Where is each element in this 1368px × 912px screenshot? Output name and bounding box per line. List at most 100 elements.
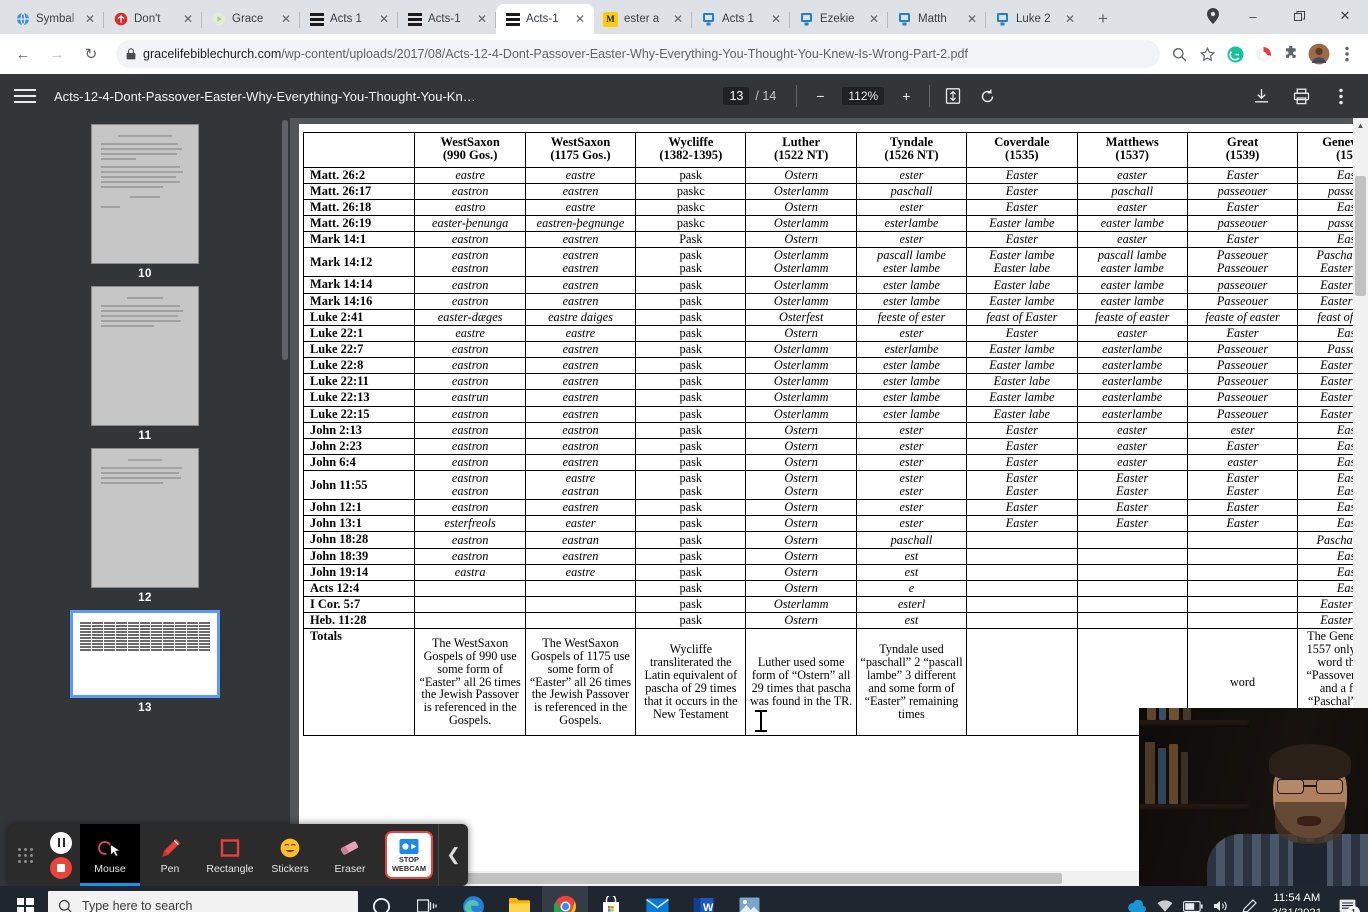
rotate-icon[interactable]	[974, 83, 1000, 109]
close-icon[interactable]: ✕	[278, 11, 294, 27]
tool-eraser[interactable]: Eraser	[320, 824, 380, 886]
close-icon[interactable]: ✕	[768, 11, 784, 27]
close-icon[interactable]: ✕	[1062, 11, 1078, 27]
back-icon[interactable]: ←	[8, 39, 38, 69]
photos-icon[interactable]	[726, 886, 772, 912]
volume-icon[interactable]	[1208, 886, 1234, 912]
stop-webcam-button[interactable]: STOP WEBCAM	[380, 824, 438, 886]
page-thumbnail[interactable]	[91, 124, 199, 264]
word-icon[interactable]: W	[680, 886, 726, 912]
tool-mouse[interactable]: Mouse	[80, 824, 140, 886]
profile-chip-icon[interactable]	[1196, 0, 1230, 32]
page-thumbnail[interactable]	[91, 448, 199, 588]
thumbnail-sidebar[interactable]: 10 11 12 13	[0, 118, 290, 886]
scrollbar-thumb[interactable]	[1355, 176, 1366, 296]
close-icon[interactable]: ✕	[180, 11, 196, 27]
extension-red-icon[interactable]	[1250, 41, 1276, 67]
browser-tab[interactable]: Grace ✕	[202, 4, 300, 34]
page-thumbnail[interactable]	[91, 286, 199, 426]
browser-tab[interactable]: Acts 1 ✕	[692, 4, 790, 34]
drag-handle-icon[interactable]	[8, 824, 42, 886]
close-window-button[interactable]: ✕	[1322, 0, 1368, 32]
smiley-sticker-icon	[279, 835, 301, 861]
grammarly-icon[interactable]	[1222, 41, 1248, 67]
chevron-left-icon[interactable]: ❮	[438, 824, 468, 886]
browser-tab-active[interactable]: Acts-1 ✕	[496, 4, 594, 34]
maximize-button[interactable]	[1276, 0, 1322, 32]
translation-cell: eastren	[524, 405, 637, 423]
close-icon[interactable]: ✕	[572, 11, 588, 27]
battery-icon[interactable]	[1180, 886, 1206, 912]
webcam-overlay[interactable]	[1139, 708, 1368, 886]
translation-cell: pascall lambe ester lambe	[855, 247, 968, 278]
fit-to-page-icon[interactable]	[940, 83, 966, 109]
tool-rectangle[interactable]: Rectangle	[200, 824, 260, 886]
close-icon[interactable]: ✕	[376, 11, 392, 27]
zoom-out-button[interactable]: −	[807, 83, 833, 109]
close-icon[interactable]: ✕	[474, 11, 490, 27]
stop-record-icon[interactable]	[50, 856, 72, 879]
reload-icon[interactable]: ↻	[76, 39, 106, 69]
search-input[interactable]: Type here to search	[48, 891, 358, 912]
download-icon[interactable]	[1248, 83, 1274, 109]
minimize-button[interactable]: –	[1230, 0, 1276, 32]
screen-recorder-toolbar[interactable]: Mouse Pen Rectangle Stickers Eraser STOP…	[8, 824, 468, 886]
thumbnail-item[interactable]: 11	[91, 286, 199, 442]
page-thumbnail[interactable]	[70, 610, 220, 698]
onedrive-icon[interactable]	[1124, 886, 1150, 912]
close-icon[interactable]: ✕	[82, 11, 98, 27]
close-icon[interactable]: ✕	[670, 11, 686, 27]
wifi-icon[interactable]	[1152, 886, 1178, 912]
sidebar-scrollbar[interactable]	[282, 118, 288, 886]
taskbar-clock[interactable]: 11:54 AM 3/31/2021	[1264, 886, 1330, 912]
browser-tab[interactable]: Don't ✕	[104, 4, 202, 34]
microsoft-store-icon[interactable]	[588, 886, 634, 912]
file-explorer-icon[interactable]	[496, 886, 542, 912]
translation-cell: eastren	[524, 373, 637, 391]
action-center-icon[interactable]: 1	[1332, 886, 1362, 912]
browser-tab[interactable]: Matth ✕	[888, 4, 986, 34]
bookmark-star-icon[interactable]	[1194, 41, 1220, 67]
thumbnail-item[interactable]: 12	[91, 448, 199, 604]
pen-tray-icon[interactable]	[1236, 886, 1262, 912]
close-icon[interactable]: ✕	[866, 11, 882, 27]
zoom-magnifier-icon[interactable]	[1166, 41, 1192, 67]
print-icon[interactable]	[1288, 83, 1314, 109]
translation-cell: Osterlamm	[745, 276, 857, 294]
zoom-in-button[interactable]: +	[893, 83, 919, 109]
tool-pen[interactable]: Pen	[140, 824, 200, 886]
puzzle-extensions-icon[interactable]	[1278, 41, 1304, 67]
address-bar[interactable]: gracelifebiblechurch.com/wp-content/uplo…	[116, 40, 1160, 68]
three-dot-menu-icon[interactable]	[1334, 41, 1360, 67]
translation-cell: eastren	[524, 453, 637, 472]
sidebar-scrollbar-thumb[interactable]	[282, 120, 288, 360]
mail-icon[interactable]	[634, 886, 680, 912]
browser-tab[interactable]: Acts 1 ✕	[300, 4, 398, 34]
hamburger-menu-icon[interactable]	[14, 85, 36, 107]
zoom-level-value[interactable]: 112%	[842, 87, 885, 105]
browser-tab[interactable]: Symbal ✕	[6, 4, 104, 34]
new-tab-button[interactable]: +	[1089, 5, 1117, 33]
three-dot-menu-icon[interactable]	[1328, 83, 1354, 109]
current-page-input[interactable]: 13	[723, 87, 750, 105]
edge-icon[interactable]	[450, 886, 496, 912]
browser-tab[interactable]: Acts-1 ✕	[398, 4, 496, 34]
scroll-up-icon[interactable]: ▲	[1353, 118, 1368, 133]
tool-label: Pen	[160, 863, 180, 875]
chrome-icon[interactable]	[542, 886, 588, 912]
tool-stickers[interactable]: Stickers	[260, 824, 320, 886]
profile-avatar-icon[interactable]	[1306, 41, 1332, 67]
pdf-page-area[interactable]: WestSaxon (990 Gos.) WestSaxon (1175 Gos.)…	[290, 118, 1368, 886]
pause-icon[interactable]	[50, 831, 72, 854]
thumbnail-item[interactable]: 10	[91, 124, 199, 280]
browser-tab[interactable]: Ezekie ✕	[790, 4, 888, 34]
cortana-icon[interactable]	[358, 886, 404, 912]
translation-cell: eastron eastron	[414, 470, 526, 501]
windows-logo-icon[interactable]	[2, 886, 48, 912]
thumbnail-item-selected[interactable]: 13	[70, 610, 220, 714]
task-view-icon[interactable]	[404, 886, 450, 912]
close-icon[interactable]: ✕	[964, 11, 980, 27]
forward-icon[interactable]: →	[42, 39, 72, 69]
browser-tab[interactable]: Luke 2 ✕	[986, 4, 1084, 34]
browser-tab[interactable]: M ester a ✕	[594, 4, 692, 34]
